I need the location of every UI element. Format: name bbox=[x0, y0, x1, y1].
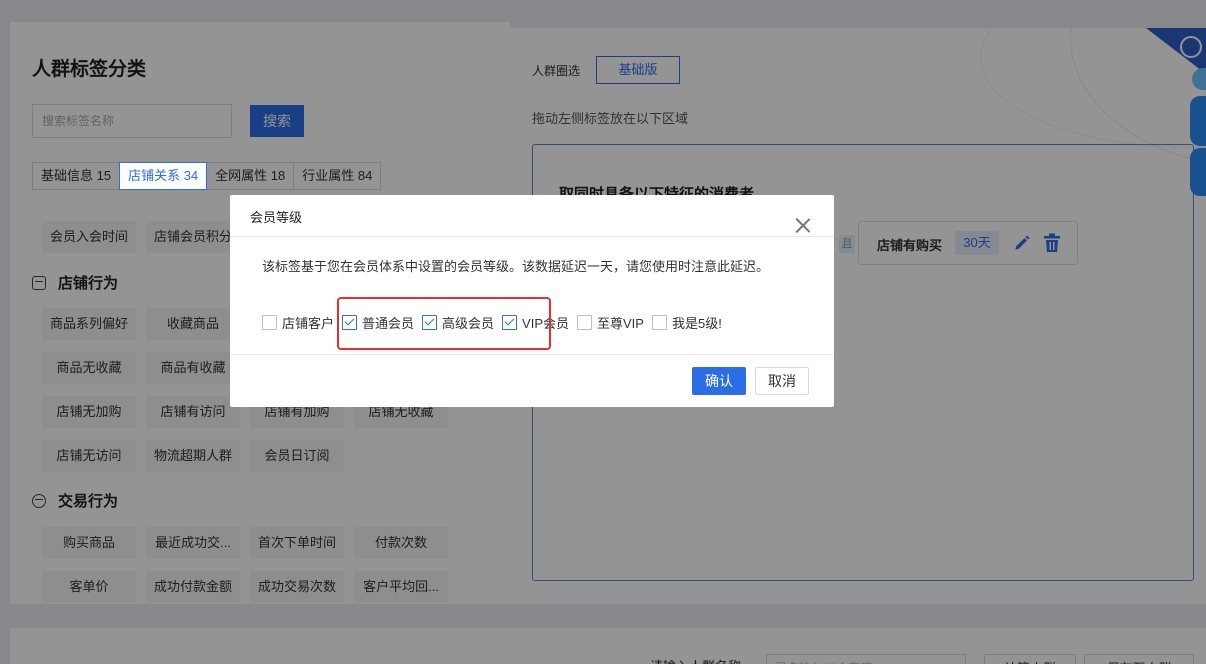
divider bbox=[230, 354, 834, 355]
close-icon[interactable] bbox=[795, 217, 811, 233]
checkbox[interactable] bbox=[262, 314, 277, 330]
option-supreme-vip[interactable]: 至尊VIP bbox=[577, 313, 644, 332]
option-level-5[interactable]: 我是5级! bbox=[651, 313, 722, 332]
selection-highlight-box bbox=[337, 297, 551, 350]
divider bbox=[230, 236, 834, 237]
option-store-customer[interactable]: 店铺客户 bbox=[262, 313, 334, 332]
confirm-button[interactable]: 确认 bbox=[692, 367, 746, 395]
dialog-description: 该标签基于您在会员体系中设置的会员等级。该数据延迟一天，请您使用时注意此延迟。 bbox=[262, 259, 770, 274]
tab-store-relation[interactable]: 店铺关系 34 bbox=[119, 162, 208, 190]
member-level-dialog: 会员等级 该标签基于您在会员体系中设置的会员等级。该数据延迟一天，请您使用时注意… bbox=[230, 195, 834, 407]
checkbox[interactable] bbox=[651, 314, 667, 330]
checkbox[interactable] bbox=[577, 314, 593, 330]
dialog-title: 会员等级 bbox=[250, 210, 303, 225]
cancel-button[interactable]: 取消 bbox=[755, 367, 809, 395]
